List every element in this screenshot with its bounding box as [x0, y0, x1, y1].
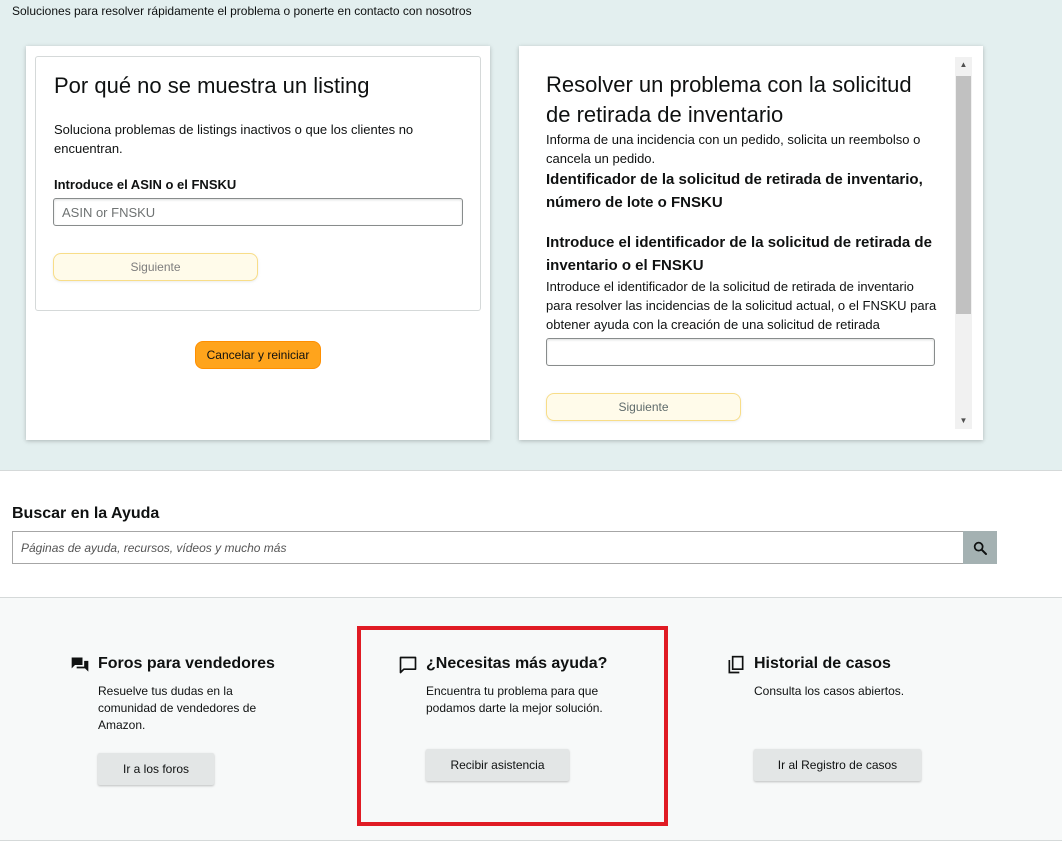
removal-next-button[interactable]: Siguiente [546, 393, 741, 421]
case-history-description: Consulta los casos abiertos. [754, 684, 905, 698]
removal-card-content: Resolver un problema con la solicitud de… [546, 70, 938, 421]
removal-id-input[interactable] [546, 338, 935, 366]
search-icon [973, 541, 987, 555]
scroll-down-arrow-icon[interactable]: ▼ [955, 413, 972, 429]
forums-description: Resuelve tus dudas en la comunidad de ve… [98, 684, 257, 732]
scroll-up-arrow-icon[interactable]: ▲ [955, 57, 972, 73]
forum-icon [71, 657, 89, 672]
cancel-reset-button[interactable]: Cancelar y reiniciar [195, 341, 321, 369]
section-subtitle: Soluciones para resolver rápidamente el … [12, 4, 472, 18]
go-to-forums-button[interactable]: Ir a los foros [98, 753, 214, 785]
case-log-button[interactable]: Ir al Registro de casos [754, 749, 921, 781]
removal-card-description: Informa de una incidencia con un pedido,… [546, 132, 921, 166]
removal-card-scrollbar[interactable]: ▲ ▼ [955, 57, 972, 429]
listing-card-title: Por qué no se muestra un listing [54, 73, 370, 98]
removal-card: Resolver un problema con la solicitud de… [519, 46, 983, 440]
listing-form-box: Por qué no se muestra un listing Solucio… [35, 56, 481, 311]
scroll-thumb[interactable] [956, 76, 971, 314]
search-heading: Buscar en la Ayuda [12, 505, 160, 522]
removal-field-label: Introduce el identificador de la solicit… [546, 234, 932, 274]
listing-card: Por qué no se muestra un listing Solucio… [26, 46, 490, 440]
removal-card-title: Resolver un problema con la solicitud de… [546, 72, 912, 127]
highlight-annotation-box [357, 626, 668, 826]
listing-card-description: Soluciona problemas de listings inactivo… [54, 122, 414, 156]
search-button[interactable] [963, 531, 997, 564]
listing-next-button[interactable]: Siguiente [53, 253, 258, 281]
removal-field-help: Introduce el identificador de la solicit… [546, 279, 937, 332]
copy-icon [728, 655, 744, 674]
forums-title: Foros para vendedores [98, 655, 275, 672]
asin-input[interactable] [53, 198, 463, 226]
asin-field-label: Introduce el ASIN o el FNSKU [54, 177, 237, 192]
help-search-input[interactable] [12, 531, 963, 564]
case-history-title: Historial de casos [754, 655, 891, 672]
solutions-section: Soluciones para resolver rápidamente el … [0, 0, 1062, 471]
removal-identifier-heading: Identificador de la solicitud de retirad… [546, 171, 923, 211]
